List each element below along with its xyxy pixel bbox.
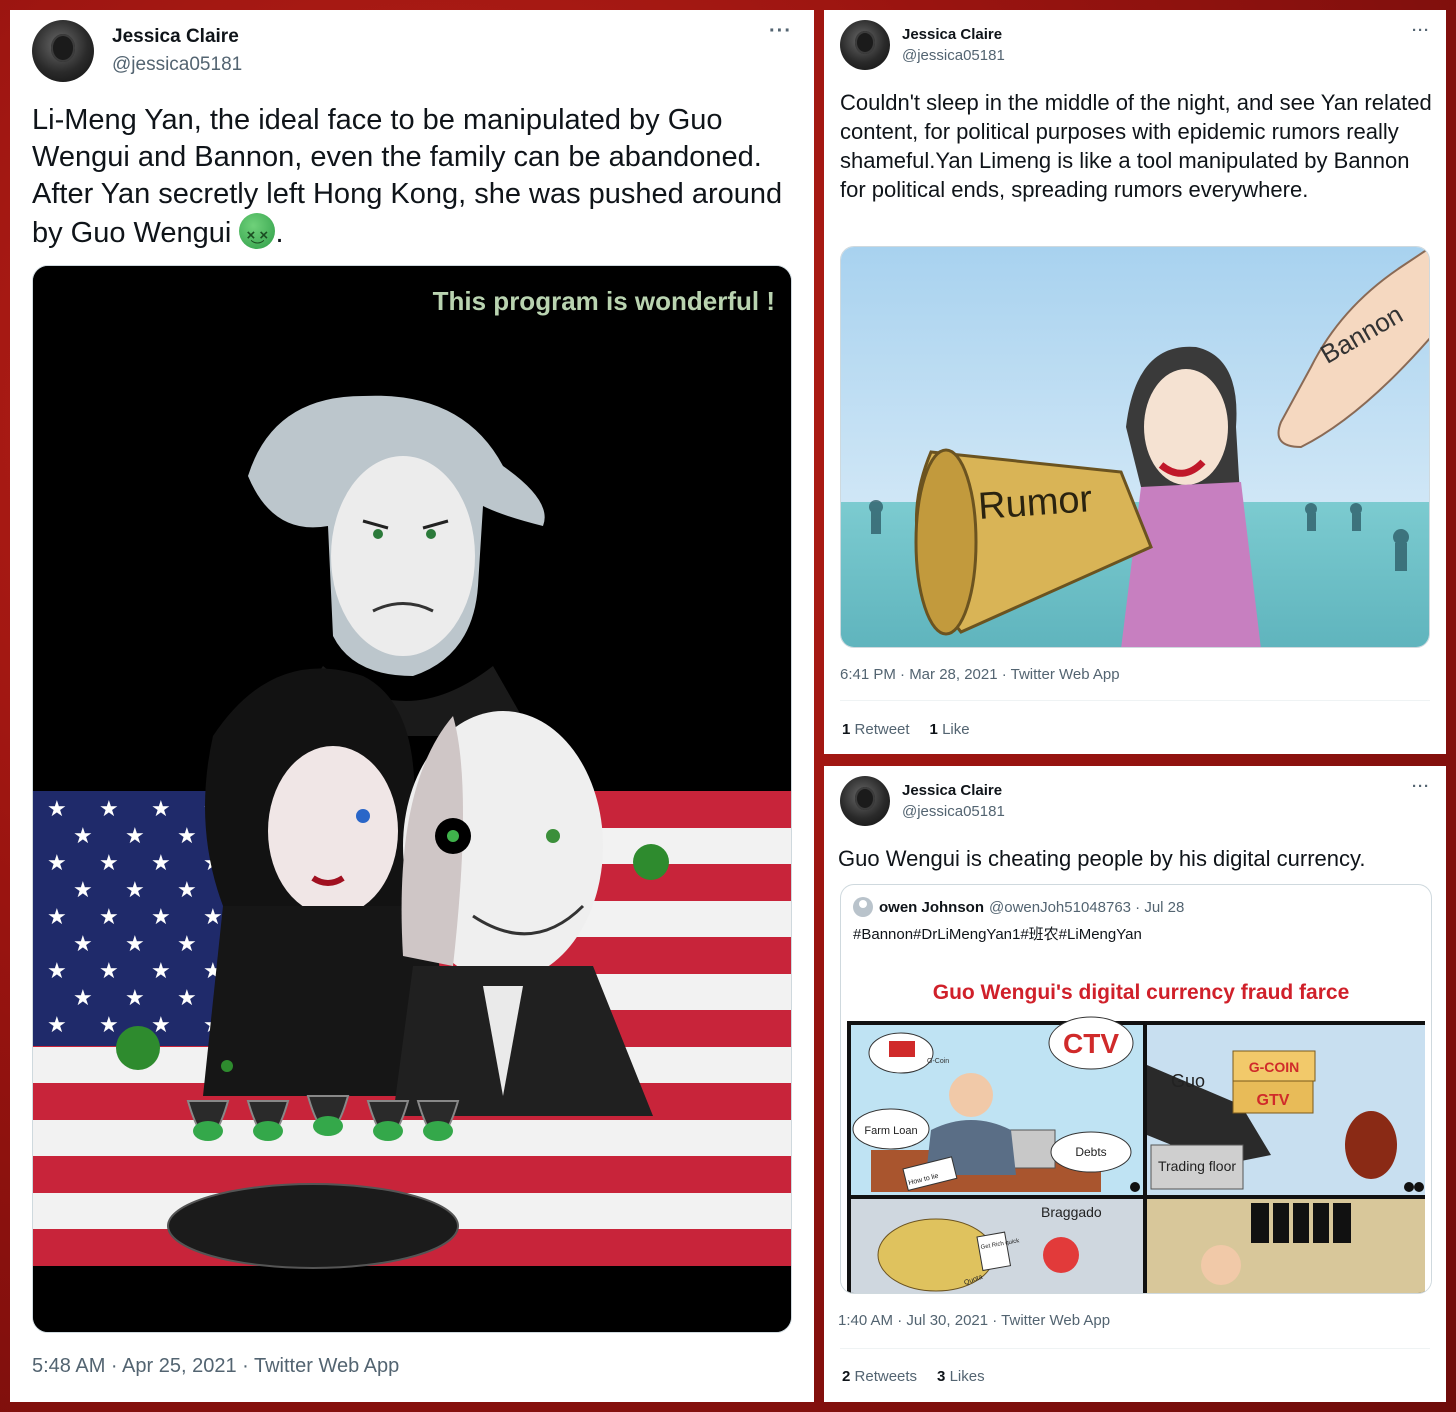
author-handle[interactable]: @jessica05181 — [902, 47, 1005, 64]
label-debts: Debts — [1075, 1145, 1106, 1159]
label-ctv: CTV — [1063, 1028, 1119, 1059]
flag-star-icon: ★ — [151, 904, 171, 929]
like-count[interactable]: 3 Likes — [937, 1368, 985, 1385]
quoted-tweet-header: owen Johnson @owenJoh51048763 · Jul 28 — [853, 897, 1184, 917]
flag-star-icon: ★ — [151, 958, 171, 983]
more-options-icon[interactable]: ··· — [1412, 778, 1430, 795]
flag-star-icon: ★ — [47, 796, 67, 821]
flag-star-icon: ★ — [99, 796, 119, 821]
like-count[interactable]: 1 Like — [930, 721, 970, 738]
illustration: ★★★★★★★★★★★★★★★★★★★★★★★★★★★★★★★★★★★★★★★★… — [33, 266, 791, 1332]
flag-star-icon: ★ — [151, 796, 171, 821]
label-braggado: Braggado — [1041, 1204, 1102, 1220]
quoted-author-name: owen Johnson — [879, 898, 984, 916]
flag-star-icon: ★ — [47, 850, 67, 875]
tweet-meta[interactable]: 1:40 AM · Jul 30, 2021 · Twitter Web App — [838, 1312, 1110, 1329]
label-gcoin-box: G-COIN — [1249, 1059, 1300, 1075]
tweet-header: Jessica Claire @jessica05181 — [840, 776, 1005, 826]
more-options-icon[interactable]: ··· — [1412, 22, 1430, 39]
divider — [840, 1348, 1430, 1349]
tweet-meta[interactable]: 6:41 PM · Mar 28, 2021 · Twitter Web App — [840, 666, 1120, 683]
label-farm-loan: Farm Loan — [864, 1125, 917, 1137]
avatar[interactable] — [840, 776, 890, 826]
flag-star-icon: ★ — [125, 823, 145, 848]
label-gtv-box: GTV — [1257, 1092, 1290, 1109]
megaphone-label: Rumor — [977, 478, 1094, 528]
tweet-stats: 1 Retweet 1 Like — [842, 721, 970, 738]
label-guo: Guo — [1171, 1071, 1205, 1091]
flag-star-icon: ★ — [125, 877, 145, 902]
tweet-card-bottom-right: Jessica Claire @jessica05181 ··· Guo Wen… — [824, 766, 1446, 1402]
quoted-avatar — [853, 897, 873, 917]
more-options-icon[interactable]: ··· — [769, 20, 792, 43]
comic-image[interactable]: Guo Wengui's digital currency fraud farc… — [841, 955, 1432, 1294]
flag-star-icon: ★ — [99, 850, 119, 875]
flag-star-icon: ★ — [177, 985, 197, 1010]
flag-star-icon: ★ — [47, 958, 67, 983]
tweet-header: Jessica Claire @jessica05181 — [32, 20, 242, 82]
cartoon-illustration: Bannon Rumor — [841, 247, 1429, 647]
tweet-text-suffix: . — [275, 217, 284, 249]
tweet-text: Couldn't sleep in the middle of the nigh… — [840, 90, 1432, 202]
quoted-tweet-text: #Bannon#DrLiMengYan1#班农#LiMengYan — [853, 926, 1142, 943]
divider — [840, 700, 1430, 701]
tweet-text-body: Li-Meng Yan, the ideal face to be manipu… — [32, 104, 783, 249]
nauseated-face-icon — [239, 213, 276, 266]
quoted-tweet[interactable]: owen Johnson @owenJoh51048763 · Jul 28 #… — [840, 884, 1432, 1294]
quoted-author-handle: @owenJoh51048763 · Jul 28 — [989, 898, 1185, 916]
flag-star-icon: ★ — [99, 904, 119, 929]
author-handle[interactable]: @jessica05181 — [112, 54, 242, 76]
comic-title: Guo Wengui's digital currency fraud farc… — [933, 981, 1350, 1004]
tweet-stats: 2 Retweets 3 Likes — [842, 1368, 985, 1385]
flag-star-icon: ★ — [203, 904, 223, 929]
flag-star-icon: ★ — [99, 1012, 119, 1037]
flag-star-icon: ★ — [177, 877, 197, 902]
label-gcoin-small: G-Coin — [927, 1058, 949, 1065]
tweet-card-left: Jessica Claire @jessica05181 ··· Li-Meng… — [10, 10, 814, 1402]
flag-star-icon: ★ — [177, 931, 197, 956]
author-name[interactable]: Jessica Claire — [902, 26, 1005, 43]
flag-star-icon: ★ — [47, 1012, 67, 1037]
flag-star-icon: ★ — [99, 958, 119, 983]
image-caption: This program is wonderful ! — [433, 286, 775, 316]
flag-star-icon: ★ — [125, 985, 145, 1010]
flag-star-icon: ★ — [73, 877, 93, 902]
flag-star-icon: ★ — [125, 931, 145, 956]
tweet-text: Li-Meng Yan, the ideal face to be manipu… — [32, 102, 792, 266]
tweet-image[interactable]: ★★★★★★★★★★★★★★★★★★★★★★★★★★★★★★★★★★★★★★★★… — [32, 265, 792, 1333]
label-trading-floor: Trading floor — [1158, 1158, 1236, 1174]
tweet-image[interactable]: Bannon Rumor — [840, 246, 1430, 648]
retweet-count[interactable]: 2 Retweets — [842, 1368, 917, 1385]
author-name[interactable]: Jessica Claire — [902, 782, 1005, 799]
flag-star-icon: ★ — [73, 931, 93, 956]
author-handle[interactable]: @jessica05181 — [902, 803, 1005, 820]
tweet-text: Guo Wengui is cheating people by his dig… — [838, 846, 1366, 871]
flag-star-icon: ★ — [73, 823, 93, 848]
avatar[interactable] — [840, 20, 890, 70]
flag-star-icon: ★ — [177, 823, 197, 848]
author-name[interactable]: Jessica Claire — [112, 26, 242, 48]
tweet-meta[interactable]: 5:48 AM · Apr 25, 2021 · Twitter Web App — [32, 1355, 399, 1378]
retweet-count[interactable]: 1 Retweet — [842, 721, 910, 738]
tweet-card-top-right: Jessica Claire @jessica05181 ··· Couldn'… — [824, 10, 1446, 754]
flag-star-icon: ★ — [151, 850, 171, 875]
flag-star-icon: ★ — [47, 904, 67, 929]
avatar[interactable] — [32, 20, 94, 82]
flag-star-icon: ★ — [73, 985, 93, 1010]
tweet-header: Jessica Claire @jessica05181 — [840, 20, 1005, 70]
